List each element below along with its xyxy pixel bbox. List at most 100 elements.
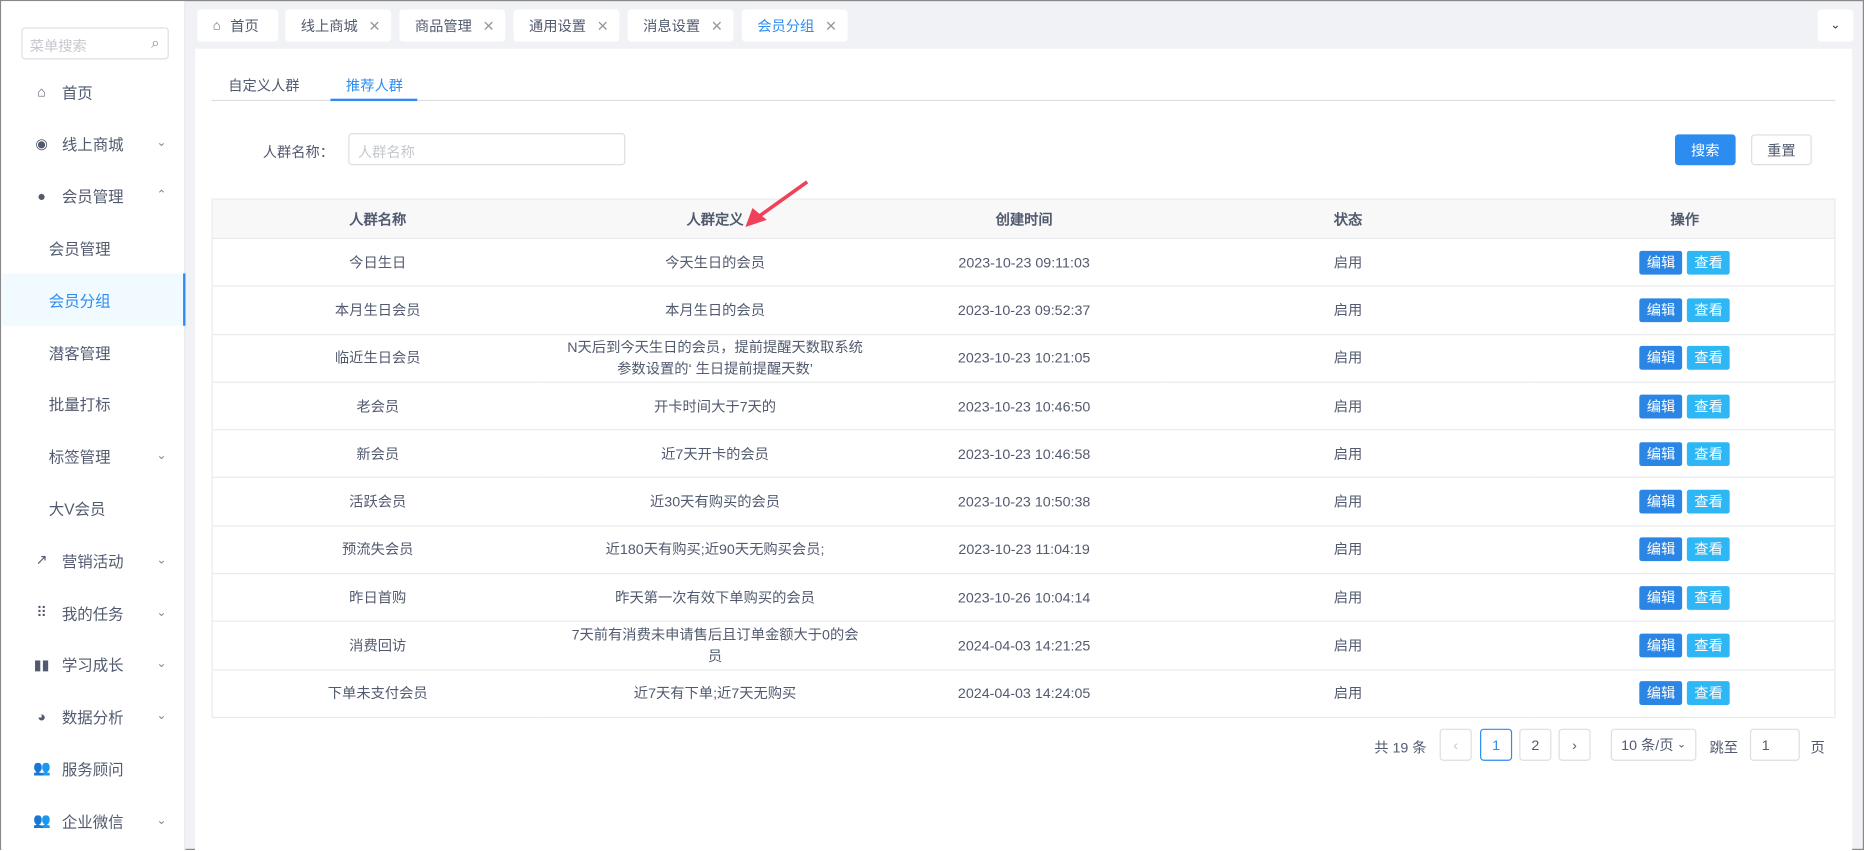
definition-cell: N天后到今天生日的会员，提前提醒天数取系统参数设置的‘ 生日提前提醒天数’: [542, 334, 888, 383]
nav-tab[interactable]: ⌂ 首页: [197, 9, 279, 42]
sidebar-item[interactable]: 👥 企业微信 ⌄: [1, 794, 185, 846]
sidebar-item[interactable]: ▮▮ 学习成长 ⌄: [1, 638, 185, 690]
sidebar-item[interactable]: ◕ 数据分析 ⌄: [1, 690, 185, 742]
sidebar-item[interactable]: 👥 服务顾问: [1, 742, 185, 794]
chevron-down-icon: ⌄: [156, 449, 167, 463]
close-icon[interactable]: ✕: [711, 17, 723, 34]
sidebar-item-label: 会员管理: [48, 240, 111, 258]
status: 启用: [1160, 334, 1536, 383]
edit-button[interactable]: 编辑: [1639, 681, 1683, 706]
nav-tab[interactable]: 消息设置 ✕: [627, 9, 734, 42]
crowd-name: 今日生日: [212, 238, 543, 287]
menu-search-input[interactable]: 菜单搜索 ⌕: [21, 27, 169, 60]
sidebar-item[interactable]: 标签管理 ⌄: [1, 430, 185, 482]
edit-button[interactable]: 编辑: [1639, 489, 1683, 514]
definition-cell: 开卡时间大于7天的: [542, 382, 888, 431]
crowd-name: 消费回访: [212, 621, 543, 671]
view-button[interactable]: 查看: [1687, 537, 1730, 562]
page-2-button[interactable]: 2: [1519, 728, 1552, 761]
view-button[interactable]: 查看: [1687, 346, 1730, 370]
sidebar-item[interactable]: 大V会员: [1, 482, 185, 534]
crowd-name: 本月生日会员: [212, 286, 543, 335]
sidebar-item-label: 会员分组: [48, 292, 111, 310]
prev-page-button[interactable]: ‹: [1439, 728, 1472, 761]
view-button[interactable]: 查看: [1687, 394, 1730, 418]
sidebar-item-label: 首页: [61, 83, 93, 102]
created-time: 2023-10-23 10:50:38: [887, 477, 1161, 527]
view-button[interactable]: 查看: [1687, 250, 1730, 275]
column-header: 操作: [1535, 199, 1835, 239]
sidebar-item-label: 学习成长: [61, 656, 124, 675]
reset-button[interactable]: 重置: [1751, 134, 1812, 166]
status: 启用: [1160, 573, 1536, 623]
home-icon: ⌂: [37, 83, 46, 100]
tabs-dropdown-button[interactable]: ⌄: [1817, 9, 1854, 42]
page-1-button[interactable]: 1: [1480, 728, 1513, 761]
edit-button[interactable]: 编辑: [1639, 250, 1683, 275]
actions-cell: 编辑 查看: [1535, 621, 1835, 671]
actions-cell: 编辑 查看: [1535, 477, 1835, 527]
nav-tab[interactable]: 线上商城 ✕: [285, 9, 392, 42]
nav-tab[interactable]: 通用设置 ✕: [513, 9, 620, 42]
page-size-select[interactable]: 10 条/页 ⌄: [1610, 728, 1697, 761]
view-button[interactable]: 查看: [1687, 489, 1730, 514]
view-button[interactable]: 查看: [1687, 442, 1730, 466]
table-row: 预流失会员 近180天有购买;近90天无购买会员; 2023-10-23 11:…: [212, 525, 1835, 575]
crowd-definition: 昨天第一次有效下单购买的会员: [615, 589, 815, 606]
crowd-definition: N天后到今天生日的会员，提前提醒天数取系统参数设置的‘ 生日提前提醒天数’: [567, 339, 863, 378]
search-button[interactable]: 搜索: [1674, 134, 1736, 166]
sidebar-item-label: 大V会员: [48, 500, 106, 519]
actions-cell: 编辑 查看: [1535, 429, 1835, 479]
edit-button[interactable]: 编辑: [1639, 537, 1683, 562]
close-icon[interactable]: ✕: [597, 17, 609, 34]
sidebar-item[interactable]: ⠿ 我的任务 ⌄: [1, 586, 185, 638]
actions-cell: 编辑 查看: [1535, 382, 1835, 431]
edit-button[interactable]: 编辑: [1639, 298, 1683, 323]
table-row: 活跃会员 近30天有购买的会员 2023-10-23 10:50:38 启用 编…: [212, 477, 1835, 527]
edit-button[interactable]: 编辑: [1639, 585, 1683, 610]
sidebar-item[interactable]: 会员分组: [1, 273, 186, 326]
sidebar-item[interactable]: ⌂ 首页: [1, 65, 185, 117]
next-page-button[interactable]: ›: [1558, 728, 1591, 761]
created-time: 2024-04-03 14:24:05: [887, 669, 1161, 718]
status: 启用: [1160, 669, 1536, 718]
edit-button[interactable]: 编辑: [1639, 394, 1683, 418]
definition-cell: 今天生日的会员: [542, 238, 888, 287]
tab-recommended-crowd[interactable]: 推荐人群: [346, 75, 403, 95]
sidebar-item[interactable]: 批量打标: [1, 378, 185, 430]
crowd-table: 人群名称 人群定义 创建时间 状态 操作 今日生日 今天生日的会员 2023-10-23…: [211, 198, 1836, 718]
crowd-name: 临近生日会员: [212, 334, 543, 383]
crowd-name-input[interactable]: 人群名称: [348, 133, 626, 166]
sidebar-item[interactable]: ◉ 线上商城 ⌄: [1, 117, 185, 169]
nav-tab[interactable]: 商品管理 ✕: [399, 9, 506, 42]
goto-page-input[interactable]: 1: [1749, 728, 1800, 761]
tab-custom-crowd[interactable]: 自定义人群: [228, 75, 299, 95]
created-time: 2023-10-26 10:04:14: [887, 573, 1161, 623]
created-time: 2023-10-23 10:21:05: [887, 334, 1161, 383]
nav-tab-label: 通用设置: [529, 17, 587, 35]
view-button[interactable]: 查看: [1687, 298, 1730, 323]
crowd-name: 预流失会员: [212, 525, 543, 575]
close-icon[interactable]: ✕: [825, 17, 837, 34]
crowd-definition: 开卡时间大于7天的: [654, 397, 777, 415]
actions-cell: 编辑 查看: [1535, 238, 1835, 287]
edit-button[interactable]: 编辑: [1639, 442, 1683, 466]
view-button[interactable]: 查看: [1687, 681, 1730, 706]
edit-button[interactable]: 编辑: [1639, 633, 1683, 658]
close-icon[interactable]: ✕: [483, 17, 495, 34]
nav-tab[interactable]: 会员分组 ✕: [741, 9, 848, 42]
close-icon[interactable]: ✕: [368, 17, 380, 34]
sidebar-item[interactable]: 会员管理: [1, 222, 185, 274]
view-button[interactable]: 查看: [1687, 633, 1730, 658]
nav-tab-label: 商品管理: [414, 17, 472, 35]
crowd-definition: 7天前有消费未申请售后且订单金额大于0的会员: [571, 626, 859, 665]
sidebar-item[interactable]: ● 会员管理 ⌃: [1, 170, 185, 222]
view-button[interactable]: 查看: [1687, 585, 1730, 610]
edit-button[interactable]: 编辑: [1639, 346, 1683, 370]
chevron-down-icon: ⌄: [156, 553, 167, 567]
sidebar-item-label: 标签管理: [48, 448, 111, 467]
sidebar-item[interactable]: ↗ 营销活动 ⌄: [1, 534, 185, 586]
status: 启用: [1160, 382, 1536, 431]
actions-cell: 编辑 查看: [1535, 334, 1835, 383]
sidebar-item[interactable]: 潜客管理: [1, 326, 185, 378]
